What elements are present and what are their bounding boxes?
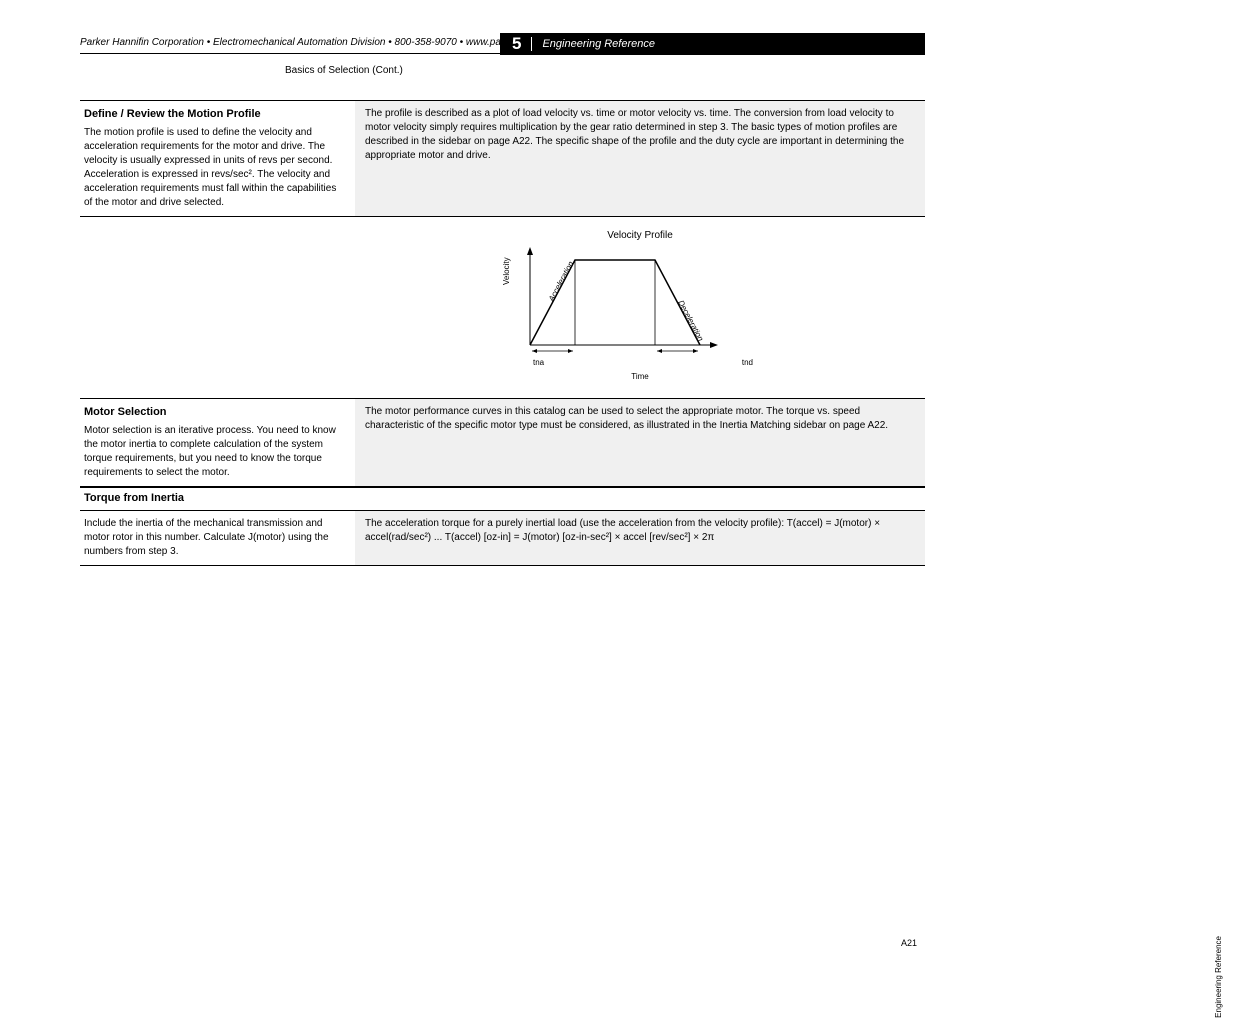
cell-left: Include the inertia of the mechanical tr…: [80, 511, 355, 565]
decel-label: Deceleration: [676, 299, 705, 343]
diagram-caption: Velocity Profile: [505, 229, 775, 243]
row-body-right: The acceleration torque for a purely ine…: [365, 517, 915, 545]
cell-left: Motor Selection Motor selection is an it…: [80, 399, 355, 486]
row-body-left: Motor selection is an iterative process.…: [84, 424, 345, 480]
page-header: Parker Hannifin Corporation • Electromec…: [80, 35, 925, 53]
cell-right: The motor performance curves in this cat…: [355, 399, 925, 486]
cell-right: The acceleration torque for a purely ine…: [355, 511, 925, 565]
row-title: Motor Selection: [84, 405, 345, 420]
side-tab: Engineering Reference: [1214, 936, 1223, 1018]
table-row: Motor Selection Motor selection is an it…: [80, 399, 925, 487]
separator: [531, 37, 532, 51]
header-inner: Parker Hannifin Corporation • Electromec…: [80, 35, 925, 54]
row-title: Define / Review the Motion Profile: [84, 107, 345, 122]
header-company-line: Parker Hannifin Corporation • Electromec…: [80, 37, 570, 48]
accel-label: Acceleration: [546, 260, 575, 304]
table-row: Define / Review the Motion Profile The m…: [80, 101, 925, 217]
y-axis-label: Velocity: [501, 258, 512, 286]
chapter-number: 5: [500, 34, 521, 54]
cell-left-empty: [80, 217, 355, 397]
subheader-right-empty: [355, 488, 925, 509]
velocity-profile-diagram: Velocity Profile Velocity: [505, 229, 775, 381]
cell-right: The profile is described as a plot of lo…: [355, 101, 925, 216]
table-row-diagram: Velocity Profile Velocity: [80, 217, 925, 398]
table-row: Include the inertia of the mechanical tr…: [80, 511, 925, 566]
row-body-right: The motor performance curves in this cat…: [365, 405, 915, 433]
cell-diagram: Velocity Profile Velocity: [355, 217, 925, 397]
selection-table: Define / Review the Motion Profile The m…: [80, 100, 925, 566]
page-number: A21: [901, 938, 917, 948]
row-body-right: The profile is described as a plot of lo…: [365, 107, 915, 163]
row-body-left: The motion profile is used to define the…: [84, 126, 345, 210]
cell-left: Define / Review the Motion Profile The m…: [80, 101, 355, 216]
row-body-left: Include the inertia of the mechanical tr…: [84, 517, 345, 559]
chapter-title: Engineering Reference: [542, 38, 655, 50]
profile-svg: Acceleration Deceleration: [505, 245, 725, 355]
x-axis-label: Time: [505, 371, 775, 382]
chapter-banner: 5 Engineering Reference: [500, 33, 925, 55]
subheader-row: Torque from Inertia: [80, 487, 925, 510]
subheader-title: Torque from Inertia: [84, 492, 184, 504]
tnd-label: tnd: [742, 357, 753, 368]
continuation-note: Basics of Selection (Cont.): [285, 65, 403, 76]
subheader-left: Torque from Inertia: [80, 488, 355, 509]
tna-label: tna: [533, 357, 544, 368]
time-range-labels: tna tnd: [505, 355, 775, 368]
